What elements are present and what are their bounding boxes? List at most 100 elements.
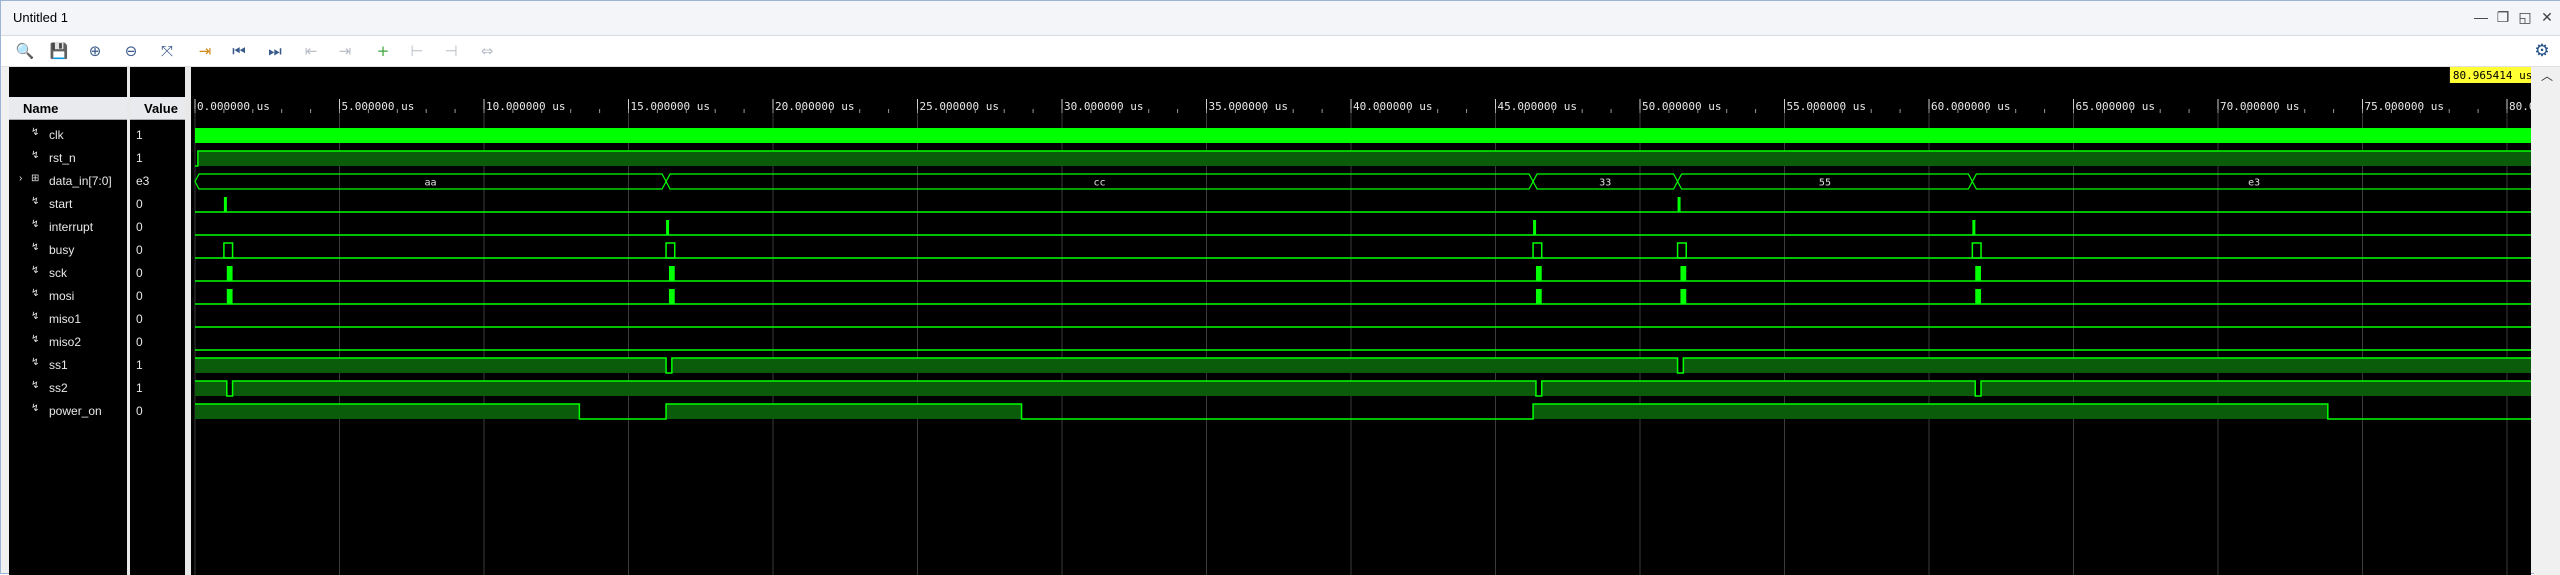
scroll-up-icon[interactable]: ︿ — [2540, 67, 2554, 83]
next-marker-icon[interactable]: ⊣ — [439, 40, 463, 62]
ss2-waveform-fill — [232, 381, 1536, 396]
name-column-header[interactable]: Name — [9, 97, 127, 120]
ss2-waveform-fill — [1981, 381, 2531, 396]
signal-value-cell: 0 — [130, 400, 185, 423]
swap-cursors-icon[interactable]: ⇔ — [475, 40, 499, 62]
signal-name: power_on — [49, 404, 102, 418]
toolbar: 🔍 💾 ⊕ ⊖ ⤧ ⇥ ⏮ ⏭ ⇤ ⇥ + ⊢ ⊣ ⇔ — [1, 36, 2560, 67]
waveform-area[interactable]: 0.000000 us 5.000000 us 10.000000 us 15.000… — [191, 67, 2531, 575]
busy-pulse — [1971, 242, 1982, 259]
start-pulse — [1677, 197, 1681, 212]
sck-burst — [1535, 266, 1542, 281]
value-header-label: Value — [144, 101, 178, 116]
signal-row-busy[interactable]: ↯ busy — [9, 239, 127, 262]
goto-cursor-icon[interactable]: ⇥ — [193, 40, 217, 62]
signal-name: mosi — [49, 289, 75, 303]
tick-label: 10.000000 us — [486, 100, 565, 113]
signal-row-rst_n[interactable]: ↯ rst_n — [9, 147, 127, 170]
title-bar: Untitled 1 — ❐ ◱ ✕ — [1, 1, 2560, 36]
signal-row-ss1[interactable]: ↯ ss1 — [9, 354, 127, 377]
name-header-label: Name — [23, 101, 59, 116]
signal-icon: ↯ — [31, 380, 40, 391]
bus-signal-icon: ⊞ — [31, 173, 40, 184]
tick-label: 40.000000 us — [1353, 100, 1432, 113]
sck-burst — [1975, 266, 1982, 281]
mosi-burst — [1680, 289, 1687, 304]
zoom-in-icon[interactable]: ⊕ — [83, 40, 107, 62]
signal-row-clk[interactable]: ↯ clk — [9, 124, 127, 147]
maximize-icon[interactable]: ◱ — [2516, 7, 2534, 27]
signal-value-cell: 1 — [130, 147, 185, 170]
cursor-time-label: 80.965414 us — [2453, 69, 2531, 82]
restore-icon[interactable]: ❐ — [2494, 7, 2512, 27]
wave-window: Untitled 1 — ❐ ◱ ✕ 🔍 💾 ⊕ ⊖ ⤧ ⇥ ⏮ ⏭ ⇤ ⇥ + ⊢ ⊣ ⇔ ⚙ Name… — [0, 0, 2560, 575]
previous-transition-icon[interactable]: ⇤ — [299, 40, 323, 62]
window-title: Untitled 1 — [13, 10, 68, 25]
tick-label: 80.0 — [2509, 100, 2531, 113]
waveform-canvas[interactable]: 0.000000 us 5.000000 us 10.000000 us 15.000… — [191, 67, 2531, 575]
power_on-waveform-fill — [1533, 404, 2328, 419]
tick-label: 70.000000 us — [2220, 100, 2299, 113]
zoom-out-icon[interactable]: ⊖ — [119, 40, 143, 62]
signal-icon: ↯ — [31, 127, 40, 138]
signal-icon: ↯ — [31, 242, 40, 253]
vertical-scrollbar[interactable]: ︿ — [2534, 67, 2560, 575]
close-icon[interactable]: ✕ — [2538, 7, 2556, 27]
tick-label: 25.000000 us — [920, 100, 999, 113]
settings-icon[interactable]: ⚙ — [2531, 40, 2553, 62]
signal-icon: ↯ — [31, 311, 40, 322]
signal-value: 0 — [136, 266, 143, 280]
signal-value: e3 — [136, 174, 150, 188]
save-icon[interactable]: 💾 — [47, 40, 71, 62]
mosi-burst — [668, 289, 675, 304]
signal-row-miso1[interactable]: ↯ miso1 — [9, 308, 127, 331]
signal-row-ss2[interactable]: ↯ ss2 — [9, 377, 127, 400]
signal-name: start — [49, 197, 73, 211]
mosi-burst — [1975, 289, 1982, 304]
signal-value: 1 — [136, 358, 143, 372]
signal-row-data_in70[interactable]: › ⊞ data_in[7:0] — [9, 170, 127, 193]
signal-name: miso2 — [49, 335, 82, 349]
signal-value-cell: e3 — [130, 170, 185, 193]
signal-icon: ↯ — [31, 288, 40, 299]
tick-label: 5.000000 us — [342, 100, 415, 113]
value-column-header[interactable]: Value — [130, 97, 185, 120]
signal-value: 1 — [136, 128, 143, 142]
next-transition-icon[interactable]: ⇥ — [333, 40, 357, 62]
zoom-fit-icon[interactable]: ⤧ — [155, 40, 179, 62]
bus-value-label: 55 — [1819, 178, 1831, 189]
signal-row-miso2[interactable]: ↯ miso2 — [9, 331, 127, 354]
signal-name: clk — [49, 128, 64, 142]
signal-icon: ↯ — [31, 219, 40, 230]
signal-value-cell: 1 — [130, 124, 185, 147]
tick-label: 75.000000 us — [2365, 100, 2444, 113]
expand-icon[interactable]: › — [19, 173, 22, 184]
start-pulse — [223, 197, 227, 212]
goto-end-icon[interactable]: ⏭ — [263, 40, 287, 62]
signal-icon: ↯ — [31, 403, 40, 414]
signal-name: ss1 — [49, 358, 68, 372]
signal-name: busy — [49, 243, 75, 257]
busy-pulse — [1676, 242, 1687, 259]
bus-value-label: cc — [1094, 178, 1106, 189]
signal-value: 0 — [136, 335, 143, 349]
signal-row-sck[interactable]: ↯ sck — [9, 262, 127, 285]
signal-value: 1 — [136, 151, 143, 165]
signal-row-start[interactable]: ↯ start — [9, 193, 127, 216]
search-icon[interactable]: 🔍 — [13, 40, 37, 62]
ss2-waveform-fill — [195, 381, 227, 396]
add-marker-icon[interactable]: + — [371, 40, 395, 62]
minimize-icon[interactable]: — — [2472, 7, 2490, 27]
signal-row-mosi[interactable]: ↯ mosi — [9, 285, 127, 308]
signal-row-power_on[interactable]: ↯ power_on — [9, 400, 127, 423]
previous-marker-icon[interactable]: ⊢ — [405, 40, 429, 62]
tick-label: 30.000000 us — [1064, 100, 1143, 113]
goto-start-icon[interactable]: ⏮ — [227, 40, 251, 62]
signal-icon: ↯ — [31, 196, 40, 207]
signal-value: 0 — [136, 220, 143, 234]
signal-value-cell: 0 — [130, 331, 185, 354]
signal-row-interrupt[interactable]: ↯ interrupt — [9, 216, 127, 239]
sck-burst — [226, 266, 233, 281]
signal-name: rst_n — [49, 151, 76, 165]
tick-label: 35.000000 us — [1209, 100, 1288, 113]
